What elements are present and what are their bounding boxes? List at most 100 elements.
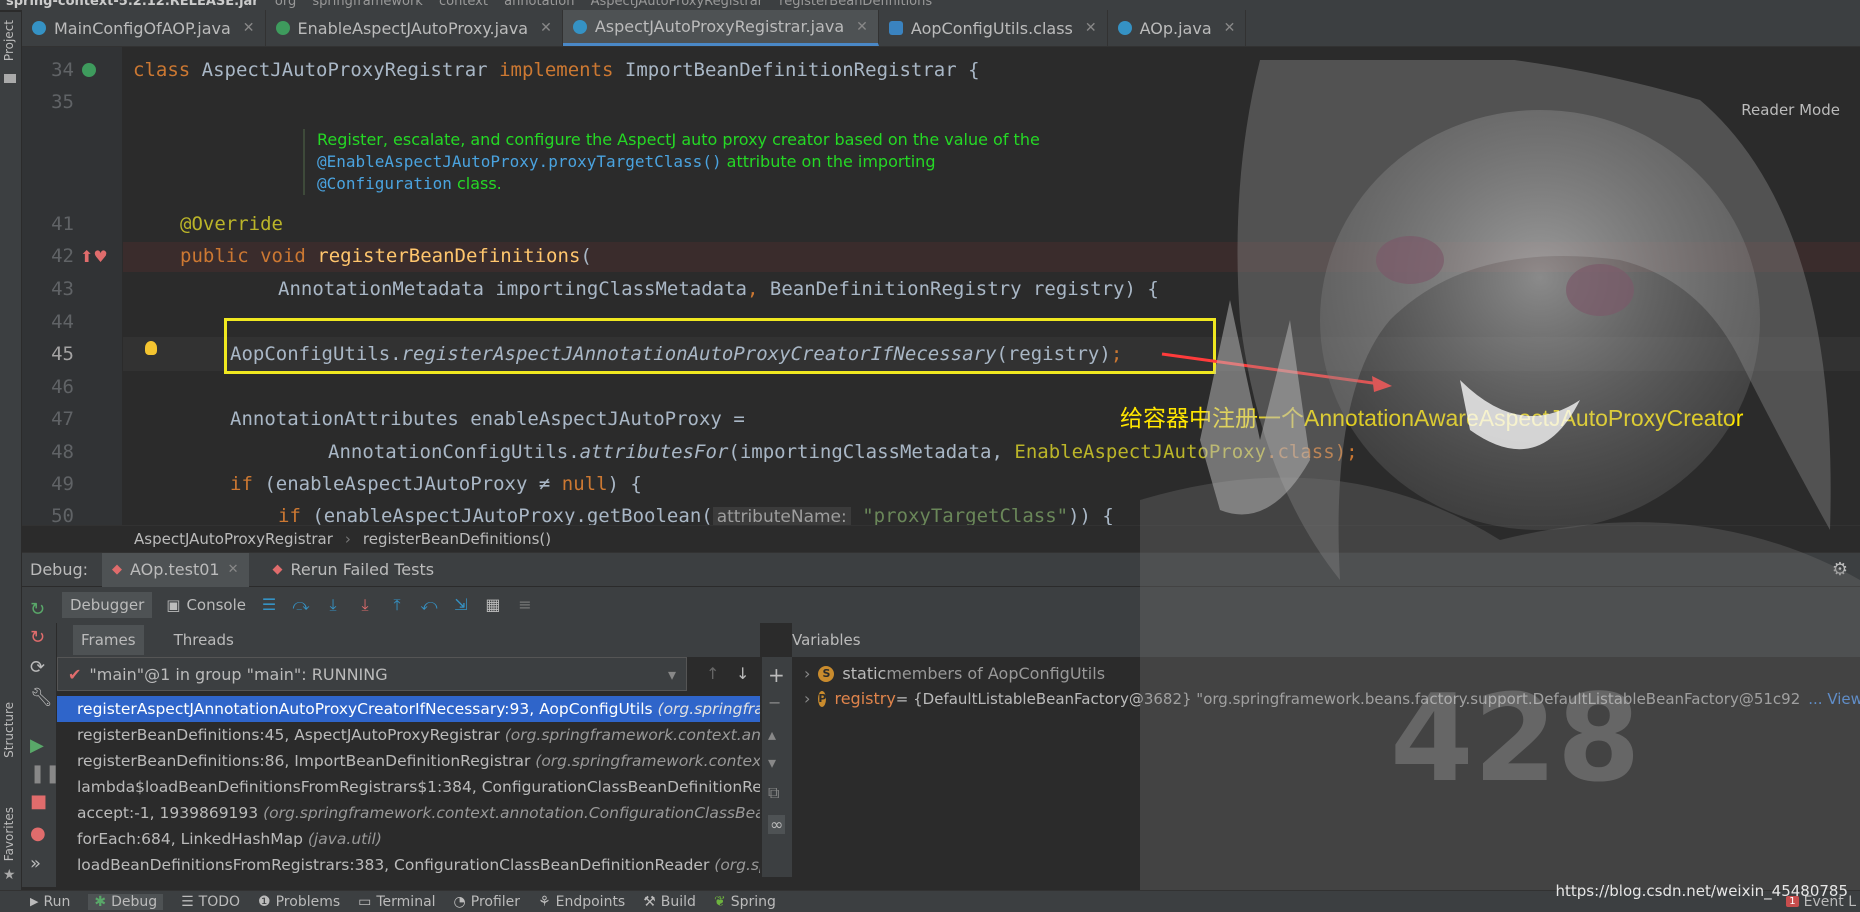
code-editor[interactable]: class AspectJAutoProxyRegistrar implemen… <box>123 47 1860 525</box>
wrench-icon[interactable]: 🔧︎ <box>30 687 53 708</box>
csdn-watermark: https://blog.csdn.net/weixin_45480785 <box>1555 882 1848 900</box>
code-line-48: AnnotationConfigUtils.attributesFor(impo… <box>328 441 1358 463</box>
close-icon[interactable]: ✕ <box>1085 20 1097 36</box>
view-breakpoints-icon[interactable]: ● <box>30 823 46 844</box>
frame-row[interactable]: forEach:684, LinkedHashMap (java.util) <box>57 826 760 852</box>
problems-tool-button[interactable]: ❶ Problems <box>258 894 340 910</box>
tab-aspectjautoproxyregistrar[interactable]: AspectJAutoProxyRegistrar.java ✕ <box>562 10 879 46</box>
reload-icon[interactable]: ⟳ <box>30 657 45 678</box>
rerun-failed-icon[interactable]: ↻ <box>30 627 45 648</box>
spring-tool-button[interactable]: ❦ Spring <box>714 894 776 910</box>
crumb-context[interactable]: context <box>433 0 494 9</box>
rerun-failed-tests-tab[interactable]: ◆ Rerun Failed Tests <box>263 553 445 587</box>
tab-label: EnableAspectJAutoProxy.java <box>297 18 529 38</box>
glasses-icon[interactable]: ∞ <box>768 815 786 834</box>
crumb-org[interactable]: org <box>269 0 302 9</box>
breadcrumb-method[interactable]: registerBeanDefinitions() <box>363 530 551 548</box>
lightbulb-icon[interactable] <box>145 341 157 355</box>
star-icon: ★ <box>3 867 16 883</box>
variable-row[interactable]: › P registry = {DefaultListableBeanFacto… <box>792 686 1860 711</box>
editor-gutter[interactable]: 34 35 41 42 ⬆♥ 43 44 45 46 47 48 49 50 <box>22 47 122 527</box>
terminal-tool-button[interactable]: ▭ Terminal <box>358 894 435 910</box>
crumb-annotation[interactable]: annotation <box>498 0 580 9</box>
structure-tool-tab[interactable]: Structure <box>2 702 16 758</box>
trace-icon[interactable]: ≡ <box>516 597 534 613</box>
drop-frame-icon[interactable]: ⤺ <box>420 597 438 613</box>
line-number: 45 <box>51 343 74 365</box>
reader-mode-button[interactable]: Reader Mode <box>1741 101 1840 119</box>
thread-selector[interactable]: ✔ "main"@1 in group "main": RUNNING ▾ <box>57 657 687 691</box>
arrow-down-icon[interactable]: ↓ <box>736 664 749 683</box>
frames-list: registerAspectJAnnotationAutoProxyCreato… <box>57 696 760 890</box>
override-icon[interactable]: ⬆♥ <box>80 247 108 266</box>
parameter-badge-icon: P <box>818 690 827 707</box>
add-watch-icon[interactable]: + <box>768 663 785 687</box>
project-tool-tab[interactable]: Project <box>2 20 16 61</box>
profiler-tool-button[interactable]: ◔ Profiler <box>454 894 521 910</box>
copy-icon[interactable]: ⧉ <box>768 783 779 803</box>
step-out-icon[interactable]: ⤒ <box>388 597 406 613</box>
code-line-41: @Override <box>180 213 283 235</box>
force-step-into-icon[interactable]: ⤓ <box>356 597 374 613</box>
pause-icon[interactable]: ❚❚ <box>30 763 60 784</box>
evaluate-expression-icon[interactable]: ▦ <box>484 597 502 613</box>
favorites-tool-tab[interactable]: Favorites <box>2 807 16 861</box>
frame-row[interactable]: loadBeanDefinitionsFromRegistrars:383, C… <box>57 852 760 878</box>
breadcrumb-class[interactable]: AspectJAutoProxyRegistrar <box>134 530 333 548</box>
move-down-icon[interactable]: ▾ <box>768 753 776 772</box>
build-tool-button[interactable]: ⚒ Build <box>643 894 696 910</box>
frame-row[interactable]: lambda$loadBeanDefinitionsFromRegistrars… <box>57 774 760 800</box>
todo-tool-button[interactable]: ☰ TODO <box>181 894 240 910</box>
frame-row[interactable]: accept:-1, 1939869193 (org.springframewo… <box>57 800 760 826</box>
expand-icon[interactable]: › <box>804 689 810 708</box>
frame-row[interactable]: registerAspectJAnnotationAutoProxyCreato… <box>57 696 760 722</box>
close-icon[interactable]: ✕ <box>540 20 552 36</box>
rerun-icon[interactable]: ↻ <box>30 599 45 620</box>
tab-enableaspectjautoproxy[interactable]: EnableAspectJAutoProxy.java ✕ <box>266 10 563 46</box>
implements-icon[interactable] <box>82 63 96 77</box>
step-over-icon[interactable]: ⤼ <box>292 597 310 613</box>
step-into-icon[interactable]: ⤓ <box>324 597 342 613</box>
console-tab[interactable]: ▣ Console <box>166 596 246 614</box>
tab-aop[interactable]: AOp.java ✕ <box>1108 10 1247 46</box>
endpoints-tool-button[interactable]: ⚘ Endpoints <box>538 894 625 910</box>
close-icon[interactable]: ✕ <box>228 562 239 577</box>
stop-icon[interactable]: ■ <box>30 791 47 812</box>
crumb-class[interactable]: AspectJAutoProxyRegistrar <box>585 0 769 9</box>
crumb-springframework[interactable]: springframework <box>306 0 428 9</box>
debug-title-bar: Debug: ◆ AOp.test01 ✕ ◆ Rerun Failed Tes… <box>22 552 1860 587</box>
resume-icon[interactable]: ▶ <box>30 735 44 756</box>
list-icon: ☰ <box>181 893 194 910</box>
remove-icon[interactable]: − <box>768 693 781 712</box>
tab-mainconfigofaop[interactable]: MainConfigOfAOP.java ✕ <box>22 10 266 46</box>
arrow-up-icon[interactable]: ↑ <box>706 664 719 683</box>
layout-icon[interactable]: ☰ <box>260 597 278 613</box>
crumb-method[interactable]: registerBeanDefinitions <box>773 0 938 9</box>
view-link[interactable]: ... View <box>1808 690 1860 708</box>
run-tool-button[interactable]: ▶ Run <box>30 894 70 910</box>
tab-frames[interactable]: Frames <box>73 625 144 655</box>
debugger-tab[interactable]: Debugger <box>62 592 153 618</box>
variable-row[interactable]: › S static members of AopConfigUtils <box>792 661 1860 686</box>
debug-tool-button[interactable]: ✱ Debug <box>88 893 164 910</box>
debug-session-tab[interactable]: ◆ AOp.test01 ✕ <box>102 552 249 587</box>
frame-row[interactable]: registerBeanDefinitions:45, AspectJAutoP… <box>57 722 760 748</box>
debug-label: Debug: <box>30 560 89 579</box>
frame-row[interactable]: registerBeanDefinitions:86, ImportBeanDe… <box>57 748 760 774</box>
move-up-icon[interactable]: ▴ <box>768 725 776 744</box>
tab-threads[interactable]: Threads <box>174 631 234 649</box>
crumb-jar[interactable]: spring-context-5.2.12.RELEASE.jar <box>0 0 265 9</box>
tab-aopconfigutils[interactable]: AopConfigUtils.class ✕ <box>879 10 1108 46</box>
gear-icon[interactable]: ⚙ <box>1832 559 1848 580</box>
expand-icon[interactable]: › <box>804 664 810 683</box>
close-icon[interactable]: ✕ <box>1224 20 1236 36</box>
spring-leaf-icon: ❦ <box>713 893 726 910</box>
frames-header: Frames Threads <box>57 623 760 657</box>
run-to-cursor-icon[interactable]: ⇲ <box>452 597 470 613</box>
close-icon[interactable]: ✕ <box>856 19 868 35</box>
more-icon[interactable]: » <box>30 853 41 874</box>
terminal-icon: ▭ <box>358 893 372 910</box>
debug-side-actions: ↻ ↻ ⟳ 🔧︎ ▶ ❚❚ ■ ● » <box>22 587 60 887</box>
line-number: 35 <box>51 91 74 113</box>
close-icon[interactable]: ✕ <box>243 20 255 36</box>
